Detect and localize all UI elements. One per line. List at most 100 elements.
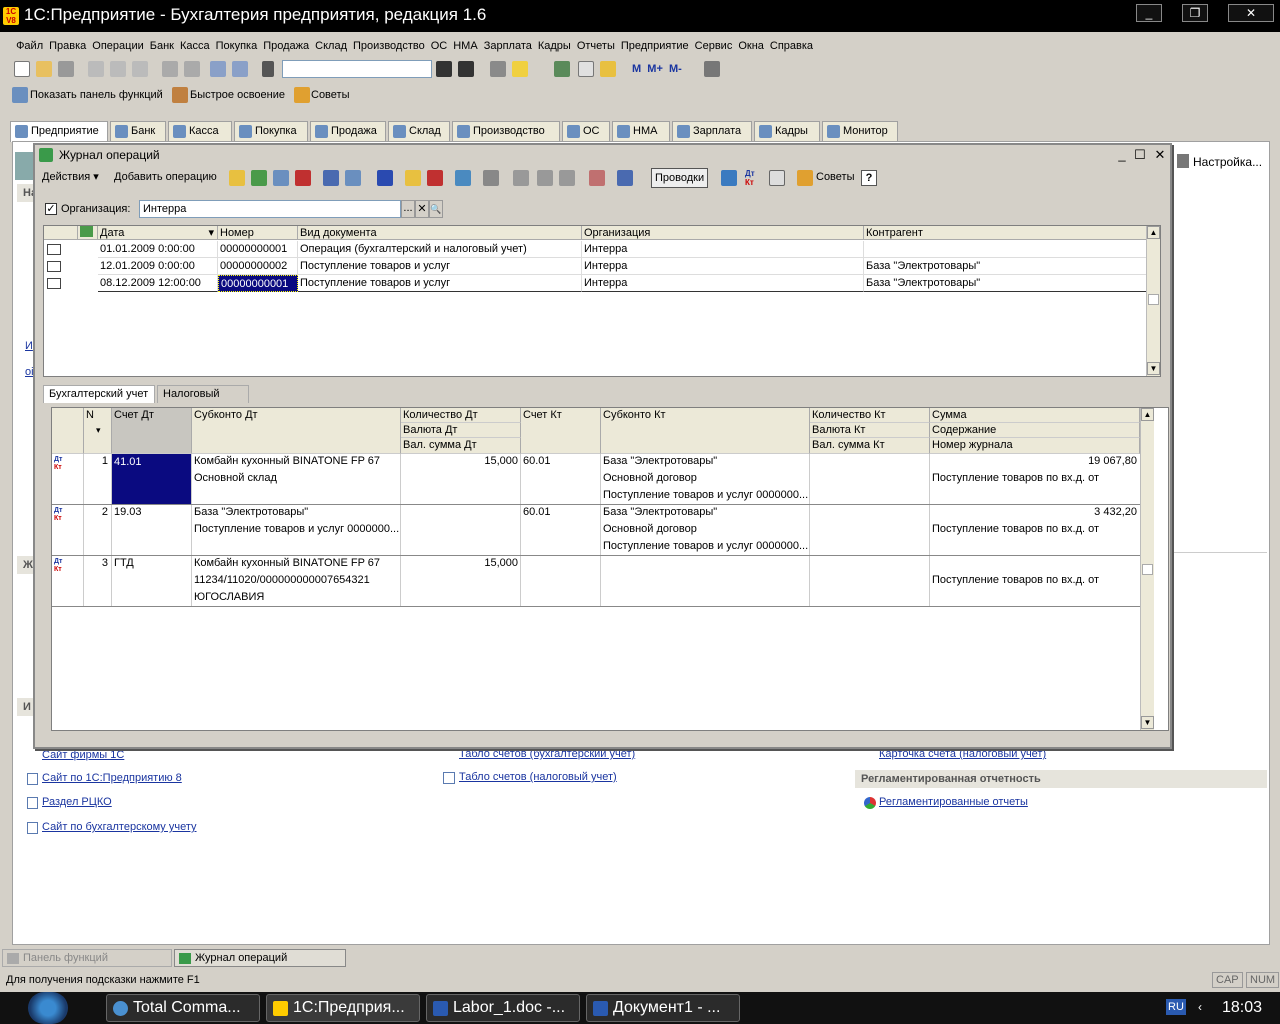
header-acct-dt[interactable]: Счет Дт <box>112 408 192 454</box>
user-icon[interactable] <box>600 61 616 77</box>
menu-nma[interactable]: НМА <box>450 37 480 55</box>
menu-purchase[interactable]: Покупка <box>213 37 261 55</box>
tab-production[interactable]: Производство <box>452 121 560 141</box>
menu-reports[interactable]: Отчеты <box>574 37 618 55</box>
header-organization[interactable]: Организация <box>582 226 864 240</box>
filter-icon[interactable] <box>537 170 553 186</box>
tab-purchase[interactable]: Покупка <box>234 121 308 141</box>
taskbar-labor-doc[interactable]: Labor_1.doc -... <box>426 994 580 1022</box>
menu-service[interactable]: Сервис <box>692 37 736 55</box>
copy-row-icon[interactable] <box>251 170 267 186</box>
edit-icon[interactable] <box>273 170 289 186</box>
tab-journal[interactable]: Журнал операций <box>174 949 346 967</box>
menu-bank[interactable]: Банк <box>147 37 177 55</box>
menu-warehouse[interactable]: Склад <box>312 37 350 55</box>
memory-icons[interactable]: M M+ M- <box>632 63 682 75</box>
language-indicator[interactable]: RU <box>1166 999 1186 1015</box>
header-number[interactable]: Номер <box>218 226 298 240</box>
cut-icon[interactable] <box>88 61 104 77</box>
journal-minimize-button[interactable]: _ <box>1113 147 1131 162</box>
header-valsum-dt[interactable]: Вал. сумма Дт <box>401 438 521 454</box>
start-button-icon[interactable] <box>28 992 68 1024</box>
menu-edit[interactable]: Правка <box>46 37 89 55</box>
help-1c-icon[interactable] <box>512 61 528 77</box>
scroll-down-icon[interactable]: ▼ <box>1141 716 1154 729</box>
tab-function-panel[interactable]: Панель функций <box>2 949 172 967</box>
link-rcko[interactable]: Раздел РЦКО <box>42 796 112 808</box>
scroll-up-icon[interactable]: ▲ <box>1141 408 1154 421</box>
header-sub-dt[interactable]: Субконто Дт <box>192 408 401 454</box>
scroll-thumb[interactable] <box>1148 294 1159 305</box>
actions-menu-button[interactable]: Действия ▾ <box>39 168 102 188</box>
header-cur-kt[interactable]: Валюта Кт <box>810 423 930 438</box>
report-icon[interactable] <box>769 170 785 186</box>
tips-button[interactable]: Советы <box>813 168 857 188</box>
menu-hr[interactable]: Кадры <box>535 37 574 55</box>
add-operation-button[interactable]: Добавить операцию <box>111 168 220 188</box>
taskbar-document1[interactable]: Документ1 - ... <box>586 994 740 1022</box>
header-doc-type[interactable]: Вид документа <box>298 226 582 240</box>
taskbar-1c[interactable]: 1С:Предприя... <box>266 994 420 1022</box>
header-journal-no[interactable]: Номер журнала <box>930 438 1140 454</box>
menu-help[interactable]: Справка <box>767 37 816 55</box>
tab-cash[interactable]: Касса <box>168 121 232 141</box>
menu-sales[interactable]: Продажа <box>260 37 312 55</box>
list-menu-icon[interactable] <box>483 170 499 186</box>
link-account-card-tax[interactable]: Карточка счета (налоговый учет) <box>879 748 1046 760</box>
tab-sales[interactable]: Продажа <box>310 121 386 141</box>
minimize-button[interactable]: _ <box>1136 4 1162 22</box>
undo-icon[interactable] <box>210 61 226 77</box>
header-qty-dt[interactable]: Количество Дт <box>401 408 521 423</box>
scroll-down-icon[interactable]: ▼ <box>1147 362 1160 375</box>
quick-start-button[interactable]: Быстрое освоение <box>190 89 285 101</box>
journal-scrollbar[interactable]: ▲ ▼ <box>1146 226 1160 376</box>
menu-salary[interactable]: Зарплата <box>481 37 535 55</box>
clear-button[interactable]: ✕ <box>415 200 429 218</box>
tab-hr[interactable]: Кадры <box>754 121 820 141</box>
help-button[interactable]: ? <box>861 170 877 186</box>
journal-close-button[interactable]: ✕ <box>1151 147 1169 163</box>
left-link-letter[interactable]: И <box>25 340 33 352</box>
postings-toggle-button[interactable]: Проводки <box>651 168 709 188</box>
tab-salary[interactable]: Зарплата <box>672 121 752 141</box>
delete-icon[interactable] <box>295 170 311 186</box>
menu-file[interactable]: Файл <box>13 37 46 55</box>
journal-maximize-button[interactable]: ☐ <box>1131 147 1149 163</box>
copy-icon[interactable] <box>110 61 126 77</box>
menu-cash[interactable]: Касса <box>177 37 213 55</box>
open-folder-icon[interactable] <box>36 61 52 77</box>
unpost-icon[interactable] <box>427 170 443 186</box>
search-icon[interactable]: 🔍 <box>429 200 443 218</box>
tray-expand-icon[interactable]: ‹ <box>1198 1000 1202 1014</box>
menu-production[interactable]: Производство <box>350 37 428 55</box>
tab-accounting[interactable]: Бухгалтерский учет <box>43 385 155 403</box>
redo-icon[interactable] <box>232 61 248 77</box>
print-icon[interactable] <box>162 61 178 77</box>
organization-checkbox[interactable]: ✓ <box>45 203 57 215</box>
show-panel-button[interactable]: Показать панель функций <box>30 89 163 101</box>
link-accounts-board-accounting[interactable]: Табло счетов (бухгалтерский учет) <box>459 748 635 760</box>
search-combo[interactable] <box>282 60 432 78</box>
windows-icon[interactable] <box>490 61 506 77</box>
link-reg-reports[interactable]: Регламентированные отчеты <box>879 796 1028 808</box>
calculator-icon[interactable] <box>554 61 570 77</box>
filter-value-icon[interactable] <box>559 170 575 186</box>
taskbar-total-commander[interactable]: Total Comma... <box>106 994 260 1022</box>
save-icon[interactable] <box>58 61 74 77</box>
header-counterparty[interactable]: Контрагент <box>864 226 1148 240</box>
clear-filter-icon[interactable] <box>589 170 605 186</box>
tools-icon[interactable] <box>704 61 720 77</box>
header-acct-kt[interactable]: Счет Кт <box>521 408 601 454</box>
header-n[interactable]: N ▾ <box>84 408 112 454</box>
tab-warehouse[interactable]: Склад <box>388 121 450 141</box>
tips-button[interactable]: Советы <box>311 89 349 101</box>
link-1c-site[interactable]: Сайт фирмы 1С <box>42 749 124 761</box>
header-sub-kt[interactable]: Субконто Кт <box>601 408 810 454</box>
settings-link[interactable]: Настройка... <box>1193 155 1262 169</box>
go-first-icon[interactable] <box>377 170 393 186</box>
tab-monitor[interactable]: Монитор <box>822 121 898 141</box>
export-icon[interactable] <box>617 170 633 186</box>
postings-scrollbar[interactable]: ▲ ▼ <box>1140 408 1154 730</box>
menu-os[interactable]: ОС <box>428 37 451 55</box>
tab-tax[interactable]: Налоговый учет <box>157 385 249 417</box>
